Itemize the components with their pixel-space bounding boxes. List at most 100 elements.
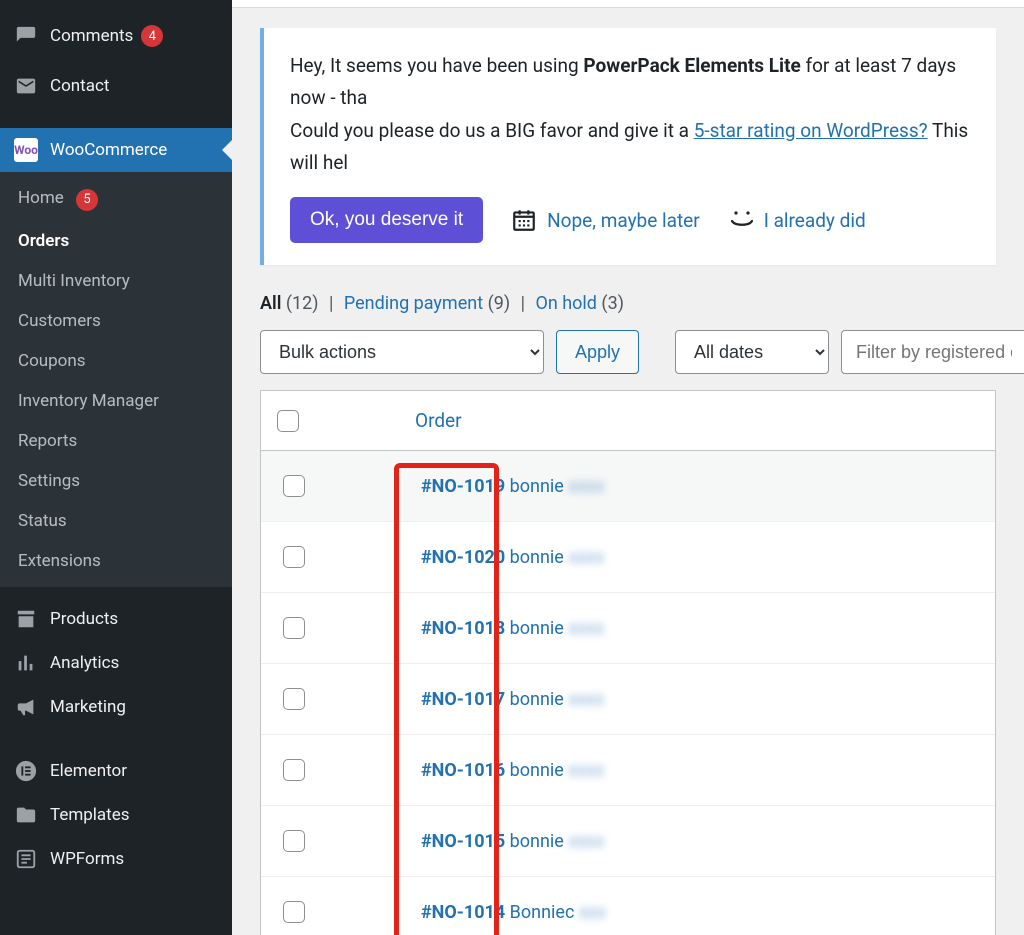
megaphone-icon <box>14 695 38 719</box>
sidebar-item-label: WPForms <box>50 849 124 869</box>
column-header-order[interactable]: Order <box>299 409 462 432</box>
sidebar-sub-orders[interactable]: Orders <box>0 221 232 261</box>
order-link[interactable]: #NO-1014 <box>421 902 505 923</box>
sidebar-item-label: WooCommerce <box>50 140 167 160</box>
bulk-actions-select[interactable]: Bulk actions <box>260 330 544 374</box>
sidebar-item-label: Products <box>50 609 118 629</box>
archive-icon <box>14 607 38 631</box>
order-link[interactable]: #NO-1019 <box>421 476 505 497</box>
sidebar-item-label: Marketing <box>50 697 126 717</box>
status-filters: All (12) | Pending payment (9) | On hold… <box>232 293 1024 330</box>
customer-link[interactable]: bonnie <box>510 476 564 497</box>
sidebar-item-elementor[interactable]: Elementor <box>0 749 232 793</box>
customer-link[interactable]: bonnie <box>510 831 564 852</box>
sidebar-sub-multi-inventory[interactable]: Multi Inventory <box>0 261 232 301</box>
row-checkbox[interactable] <box>283 901 305 923</box>
sidebar-item-wpforms[interactable]: WPForms <box>0 837 232 881</box>
comment-icon <box>14 24 38 48</box>
sidebar-sub-extensions[interactable]: Extensions <box>0 541 232 581</box>
nope-later-link[interactable]: Nope, maybe later <box>547 209 700 232</box>
customer-link[interactable]: Bonniec <box>510 902 575 923</box>
filter-customer-input[interactable] <box>841 330 1024 374</box>
main-content: Hey, It seems you have been using PowerP… <box>232 0 1024 935</box>
sidebar-item-label: Comments <box>50 26 133 46</box>
table-row: #NO-1017 bonnie xxxx <box>261 664 995 735</box>
apply-button[interactable]: Apply <box>556 330 639 374</box>
row-checkbox[interactable] <box>283 759 305 781</box>
row-checkbox[interactable] <box>283 688 305 710</box>
filter-all[interactable]: All (12) <box>260 293 319 314</box>
elementor-icon <box>14 759 38 783</box>
sidebar-item-label: Elementor <box>50 761 127 781</box>
sidebar-item-contact[interactable]: Contact <box>0 64 232 108</box>
filter-onhold[interactable]: On hold <box>535 293 597 314</box>
sidebar-item-label: Home <box>18 188 64 208</box>
form-icon <box>14 847 38 871</box>
select-all-checkbox[interactable] <box>277 410 299 432</box>
sidebar-item-label: Customers <box>18 311 101 331</box>
dates-select[interactable]: All dates <box>675 330 829 374</box>
five-star-link[interactable]: 5-star rating on WordPress? <box>694 119 928 142</box>
sidebar-item-woocommerce[interactable]: Woo WooCommerce <box>0 128 232 172</box>
smile-icon <box>728 209 754 231</box>
sidebar-item-label: Analytics <box>50 653 119 673</box>
sidebar-item-label: Contact <box>50 76 109 96</box>
order-link[interactable]: #NO-1016 <box>421 760 505 781</box>
customer-link[interactable]: bonnie <box>510 689 564 710</box>
order-link[interactable]: #NO-1020 <box>421 547 505 568</box>
table-row: #NO-1015 bonnie xxxx <box>261 806 995 877</box>
row-checkbox[interactable] <box>283 830 305 852</box>
sidebar-sub-customers[interactable]: Customers <box>0 301 232 341</box>
review-notice: Hey, It seems you have been using PowerP… <box>260 28 996 265</box>
row-checkbox[interactable] <box>283 546 305 568</box>
table-row: #NO-1018 bonnie xxxx <box>261 593 995 664</box>
sidebar-sub-status[interactable]: Status <box>0 501 232 541</box>
customer-blurred: xxxx <box>568 831 604 852</box>
table-row: #NO-1019 bonnie xxxx <box>261 451 995 522</box>
sidebar-item-label: Templates <box>50 805 130 825</box>
calendar-icon <box>511 207 537 233</box>
customer-blurred: xxxx <box>568 618 604 639</box>
order-link[interactable]: #NO-1017 <box>421 689 505 710</box>
home-badge: 5 <box>76 189 98 211</box>
sidebar-sub-reports[interactable]: Reports <box>0 421 232 461</box>
comments-badge: 4 <box>141 25 163 47</box>
sidebar-sub-inventory-manager[interactable]: Inventory Manager <box>0 381 232 421</box>
sidebar-sub-coupons[interactable]: Coupons <box>0 341 232 381</box>
sidebar-item-comments[interactable]: Comments 4 <box>0 14 232 58</box>
orders-table: Order #NO-1019 bonnie xxxx #NO-1020 bonn… <box>260 390 996 935</box>
ok-deserve-button[interactable]: Ok, you deserve it <box>290 197 483 243</box>
sidebar-item-label: Status <box>18 511 67 531</box>
customer-blurred: xxxx <box>568 760 604 781</box>
sidebar-item-products[interactable]: Products <box>0 597 232 641</box>
table-row: #NO-1014 Bonniec xxx <box>261 877 995 935</box>
sidebar-item-label: Reports <box>18 431 77 451</box>
row-checkbox[interactable] <box>283 617 305 639</box>
row-checkbox[interactable] <box>283 475 305 497</box>
already-did-link[interactable]: I already did <box>764 209 866 232</box>
customer-blurred: xxx <box>579 902 606 923</box>
customer-blurred: xxxx <box>568 476 604 497</box>
sidebar-item-label: Orders <box>18 231 69 251</box>
sidebar-sub-home[interactable]: Home 5 <box>0 178 232 221</box>
admin-sidebar: Comments 4 Contact Woo WooCommerce Home … <box>0 0 232 935</box>
sidebar-item-templates[interactable]: Templates <box>0 793 232 837</box>
sidebar-item-label: Settings <box>18 471 80 491</box>
filter-pending[interactable]: Pending payment <box>344 293 483 314</box>
sidebar-item-label: Extensions <box>18 551 101 571</box>
order-link[interactable]: #NO-1018 <box>421 618 505 639</box>
chart-icon <box>14 651 38 675</box>
sidebar-item-label: Inventory Manager <box>18 391 159 411</box>
sidebar-item-marketing[interactable]: Marketing <box>0 685 232 729</box>
envelope-icon <box>14 74 38 98</box>
customer-link[interactable]: bonnie <box>510 547 564 568</box>
customer-blurred: xxxx <box>568 547 604 568</box>
sidebar-item-label: Multi Inventory <box>18 271 130 291</box>
sidebar-item-analytics[interactable]: Analytics <box>0 641 232 685</box>
customer-link[interactable]: bonnie <box>510 618 564 639</box>
customer-link[interactable]: bonnie <box>510 760 564 781</box>
order-link[interactable]: #NO-1015 <box>421 831 505 852</box>
table-header: Order <box>261 391 995 451</box>
sidebar-sub-settings[interactable]: Settings <box>0 461 232 501</box>
notice-text: Hey, It seems you have been using PowerP… <box>290 50 970 179</box>
